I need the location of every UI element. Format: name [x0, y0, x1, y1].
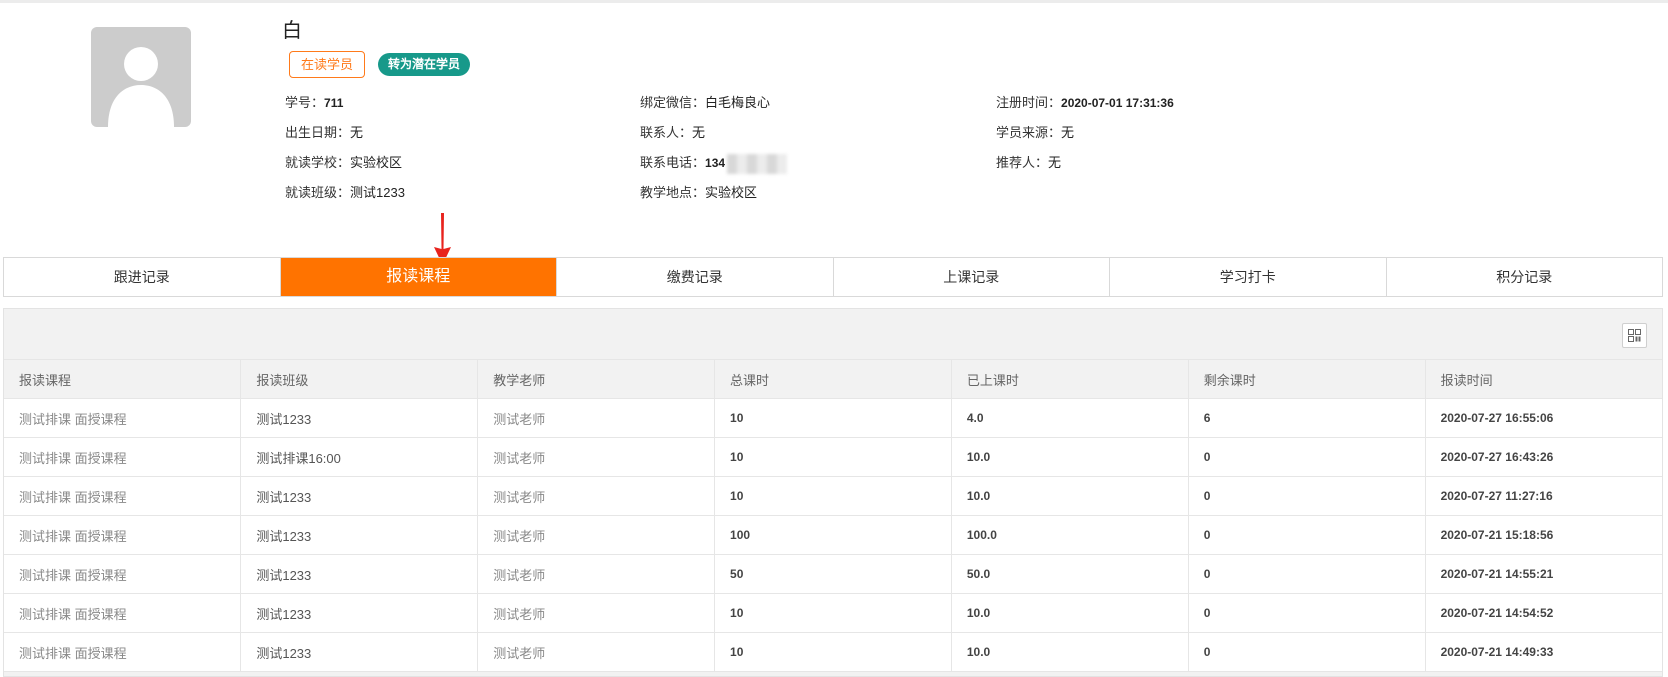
table-cell: 50 — [714, 554, 952, 594]
table-cell: 0 — [1188, 632, 1426, 672]
table-toolbar — [4, 309, 1662, 359]
table-cell: 测试排课 面授课程 — [4, 593, 242, 633]
field-student-no: 学号：711 — [285, 95, 344, 110]
field-register-time: 注册时间：2020-07-01 17:31:36 — [996, 95, 1174, 110]
status-badges: 在读学员 转为潜在学员 — [289, 51, 471, 78]
table-cell: 测试老师 — [477, 437, 716, 477]
table-header-row: 报读课程 报读班级 教学老师 总课时 已上课时 剩余课时 报读时间 — [4, 359, 1662, 399]
table-cell: 2020-07-21 14:55:21 — [1425, 554, 1662, 594]
table-cell: 2020-07-21 15:18:56 — [1425, 515, 1662, 555]
table-cell: 测试老师 — [477, 554, 716, 594]
convert-to-prospect-button[interactable]: 转为潜在学员 — [378, 53, 471, 76]
field-location: 教学地点：实验校区 — [640, 185, 758, 200]
col-header: 已上课时 — [951, 359, 1189, 399]
table-cell: 测试排课 面授课程 — [4, 398, 242, 438]
table-cell: 2020-07-21 14:49:33 — [1425, 632, 1662, 672]
table-cell: 2020-07-27 16:55:06 — [1425, 398, 1662, 438]
field-source: 学员来源：无 — [996, 125, 1075, 140]
table-cell: 测试1233 — [240, 476, 479, 516]
field-class: 就读班级：测试1233 — [285, 185, 405, 200]
table-cell: 4.0 — [951, 398, 1189, 438]
table-cell: 0 — [1188, 476, 1426, 516]
table-cell: 10.0 — [951, 632, 1189, 672]
table-cell: 2020-07-21 14:54:52 — [1425, 593, 1662, 633]
field-birth-date: 出生日期：无 — [285, 125, 364, 140]
table-cell: 0 — [1188, 593, 1426, 633]
table-cell: 测试1233 — [240, 632, 479, 672]
table-cell: 0 — [1188, 515, 1426, 555]
column-settings-icon — [1628, 329, 1641, 342]
table-cell: 测试1233 — [240, 554, 479, 594]
table-row: 测试排课 面授课程 测试1233 测试老师 10 10.0 0 2020-07-27 11:… — [4, 476, 1662, 516]
table-cell: 0 — [1188, 437, 1426, 477]
table-cell: 测试老师 — [477, 398, 716, 438]
table-body: 测试排课 面授课程 测试1233 测试老师 10 4.0 6 2020-07-27 16:5… — [4, 398, 1662, 672]
table-cell: 10 — [714, 437, 952, 477]
col-header: 报读时间 — [1425, 359, 1662, 399]
courses-table-panel: 报读课程 报读班级 教学老师 总课时 已上课时 剩余课时 报读时间 测试排课 面… — [3, 308, 1663, 677]
table-cell: 100.0 — [951, 515, 1189, 555]
table-row: 测试排课 面授课程 测试排课16:00 测试老师 10 10.0 0 2020-07-27 … — [4, 437, 1662, 477]
status-badge: 在读学员 — [289, 51, 366, 78]
table-cell: 测试老师 — [477, 632, 716, 672]
table-row: 测试排课 面授课程 测试1233 测试老师 10 10.0 0 2020-07-21 14:… — [4, 593, 1662, 633]
top-divider — [0, 0, 1668, 3]
table-cell: 50.0 — [951, 554, 1189, 594]
table-cell: 测试1233 — [240, 398, 479, 438]
table-cell: 测试老师 — [477, 476, 716, 516]
table-cell: 10 — [714, 593, 952, 633]
field-school: 就读学校：实验校区 — [285, 155, 403, 170]
table-cell: 测试1233 — [240, 515, 479, 555]
field-wechat: 绑定微信：白毛梅良心 — [640, 95, 771, 110]
table-row: 测试排课 面授课程 测试1233 测试老师 10 10.0 0 2020-07-21 14:… — [4, 632, 1662, 672]
table-cell: 测试排课 面授课程 — [4, 476, 242, 516]
column-settings-button[interactable] — [1622, 323, 1647, 348]
field-contact: 联系人：无 — [640, 125, 706, 140]
table-cell: 测试老师 — [477, 593, 716, 633]
tab-follow-up[interactable]: 跟进记录 — [4, 258, 281, 296]
table-cell: 测试排课 面授课程 — [4, 554, 242, 594]
table-cell: 测试排课 面授课程 — [4, 437, 242, 477]
col-header: 剩余课时 — [1188, 359, 1426, 399]
table-cell: 10.0 — [951, 476, 1189, 516]
tab-check-in[interactable]: 学习打卡 — [1110, 258, 1387, 296]
col-header: 报读班级 — [240, 359, 479, 399]
table-row: 测试排课 面授课程 测试1233 测试老师 100 100.0 0 2020-07-21 1… — [4, 515, 1662, 555]
table-cell: 10.0 — [951, 437, 1189, 477]
col-header: 教学老师 — [477, 359, 716, 399]
table-cell: 0 — [1188, 554, 1426, 594]
table-cell: 10 — [714, 632, 952, 672]
table-cell: 6 — [1188, 398, 1426, 438]
table-cell: 2020-07-27 16:43:26 — [1425, 437, 1662, 477]
tab-attendance[interactable]: 上课记录 — [834, 258, 1110, 296]
table-row: 测试排课 面授课程 测试1233 测试老师 50 50.0 0 2020-07-21 14:… — [4, 554, 1662, 594]
courses-table: 报读课程 报读班级 教学老师 总课时 已上课时 剩余课时 报读时间 测试排课 面… — [4, 359, 1662, 672]
table-cell: 10.0 — [951, 593, 1189, 633]
record-tabs: 跟进记录 报读课程 缴费记录 上课记录 学习打卡 积分记录 — [3, 257, 1663, 297]
table-cell: 100 — [714, 515, 952, 555]
masked-phone-digits — [727, 153, 788, 174]
table-cell: 10 — [714, 398, 952, 438]
tab-points[interactable]: 积分记录 — [1387, 258, 1663, 296]
col-header: 报读课程 — [4, 359, 242, 399]
table-cell: 10 — [714, 476, 952, 516]
tab-payments[interactable]: 缴费记录 — [557, 258, 834, 296]
col-header: 总课时 — [714, 359, 952, 399]
student-detail-page: 白 在读学员 转为潜在学员 学号：711 出生日期：无 就读学校：实验校区 就读… — [0, 0, 1668, 677]
table-row: 测试排课 面授课程 测试1233 测试老师 10 4.0 6 2020-07-27 16:5… — [4, 398, 1662, 438]
field-referrer: 推荐人：无 — [996, 155, 1062, 170]
field-phone: 联系电话：134 — [640, 153, 788, 174]
table-cell: 2020-07-27 11:27:16 — [1425, 476, 1662, 516]
table-cell: 测试1233 — [240, 593, 479, 633]
user-placeholder-icon — [91, 27, 191, 127]
table-cell: 测试排课 面授课程 — [4, 632, 242, 672]
table-cell: 测试排课 面授课程 — [4, 515, 242, 555]
table-cell: 测试老师 — [477, 515, 716, 555]
student-name: 白 — [282, 20, 302, 42]
tab-enrolled-courses[interactable]: 报读课程 — [280, 258, 557, 296]
table-cell: 测试排课16:00 — [240, 437, 479, 477]
